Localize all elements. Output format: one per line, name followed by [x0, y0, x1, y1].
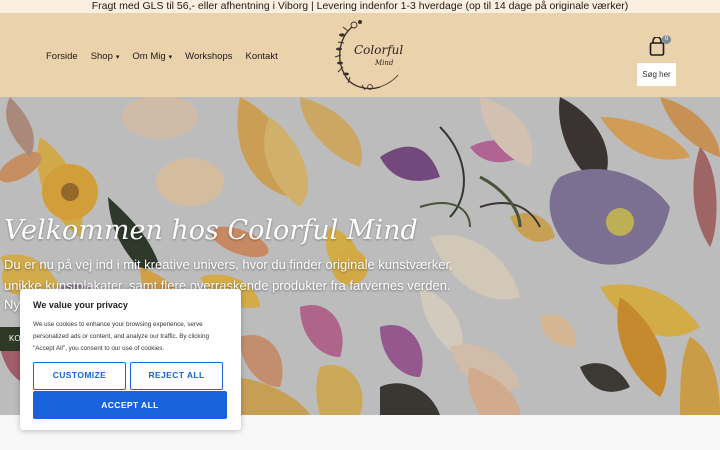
- nav-shop-label: Shop: [90, 51, 113, 62]
- nav-forside[interactable]: Forside: [46, 51, 78, 62]
- nav-om-mig-label: Om Mig: [132, 51, 166, 62]
- chevron-down-icon: ▾: [115, 53, 120, 61]
- chevron-down-icon: ▾: [168, 53, 173, 61]
- site-header: Forside Shop ▾ Om Mig ▾ Workshops Kontakt …: [0, 13, 720, 97]
- cookie-title: We value your privacy: [33, 300, 128, 310]
- site-logo[interactable]: Colorful Mind: [334, 17, 408, 93]
- hero-text-line-1: Du er nu på vej ind i mit kreative unive…: [4, 257, 453, 272]
- nav-forside-label: Forside: [46, 51, 78, 62]
- logo-subtext: Mind: [375, 59, 394, 67]
- nav-shop[interactable]: Shop ▾: [91, 51, 120, 62]
- nav-workshops[interactable]: Workshops: [185, 51, 232, 62]
- main-nav: Forside Shop ▾ Om Mig ▾ Workshops Kontakt: [46, 51, 278, 62]
- customize-button[interactable]: CUSTOMIZE: [33, 362, 126, 390]
- cookie-consent-banner: We value your privacy We use cookies to …: [20, 289, 241, 430]
- search-button[interactable]: Søg her: [637, 63, 676, 86]
- nav-om-mig[interactable]: Om Mig ▾: [132, 51, 172, 62]
- nav-kontakt-label: Kontakt: [245, 51, 278, 62]
- logo-text: Colorful: [354, 43, 404, 57]
- announcement-bar: Fragt med GLS til 56,- eller afhentning …: [0, 0, 720, 13]
- nav-kontakt[interactable]: Kontakt: [246, 51, 278, 62]
- reject-all-button[interactable]: REJECT ALL: [130, 362, 223, 390]
- hero-title: Velkommen hos Colorful Mind: [4, 215, 418, 246]
- cart-count-badge: 0: [662, 35, 671, 44]
- accept-all-button[interactable]: ACCEPT ALL: [33, 391, 227, 419]
- cookie-text: We use cookies to enhance your browsing …: [33, 321, 209, 352]
- cart-button[interactable]: 0: [649, 35, 671, 59]
- announcement-text: Fragt med GLS til 56,- eller afhentning …: [91, 0, 629, 12]
- nav-workshops-label: Workshops: [185, 51, 233, 62]
